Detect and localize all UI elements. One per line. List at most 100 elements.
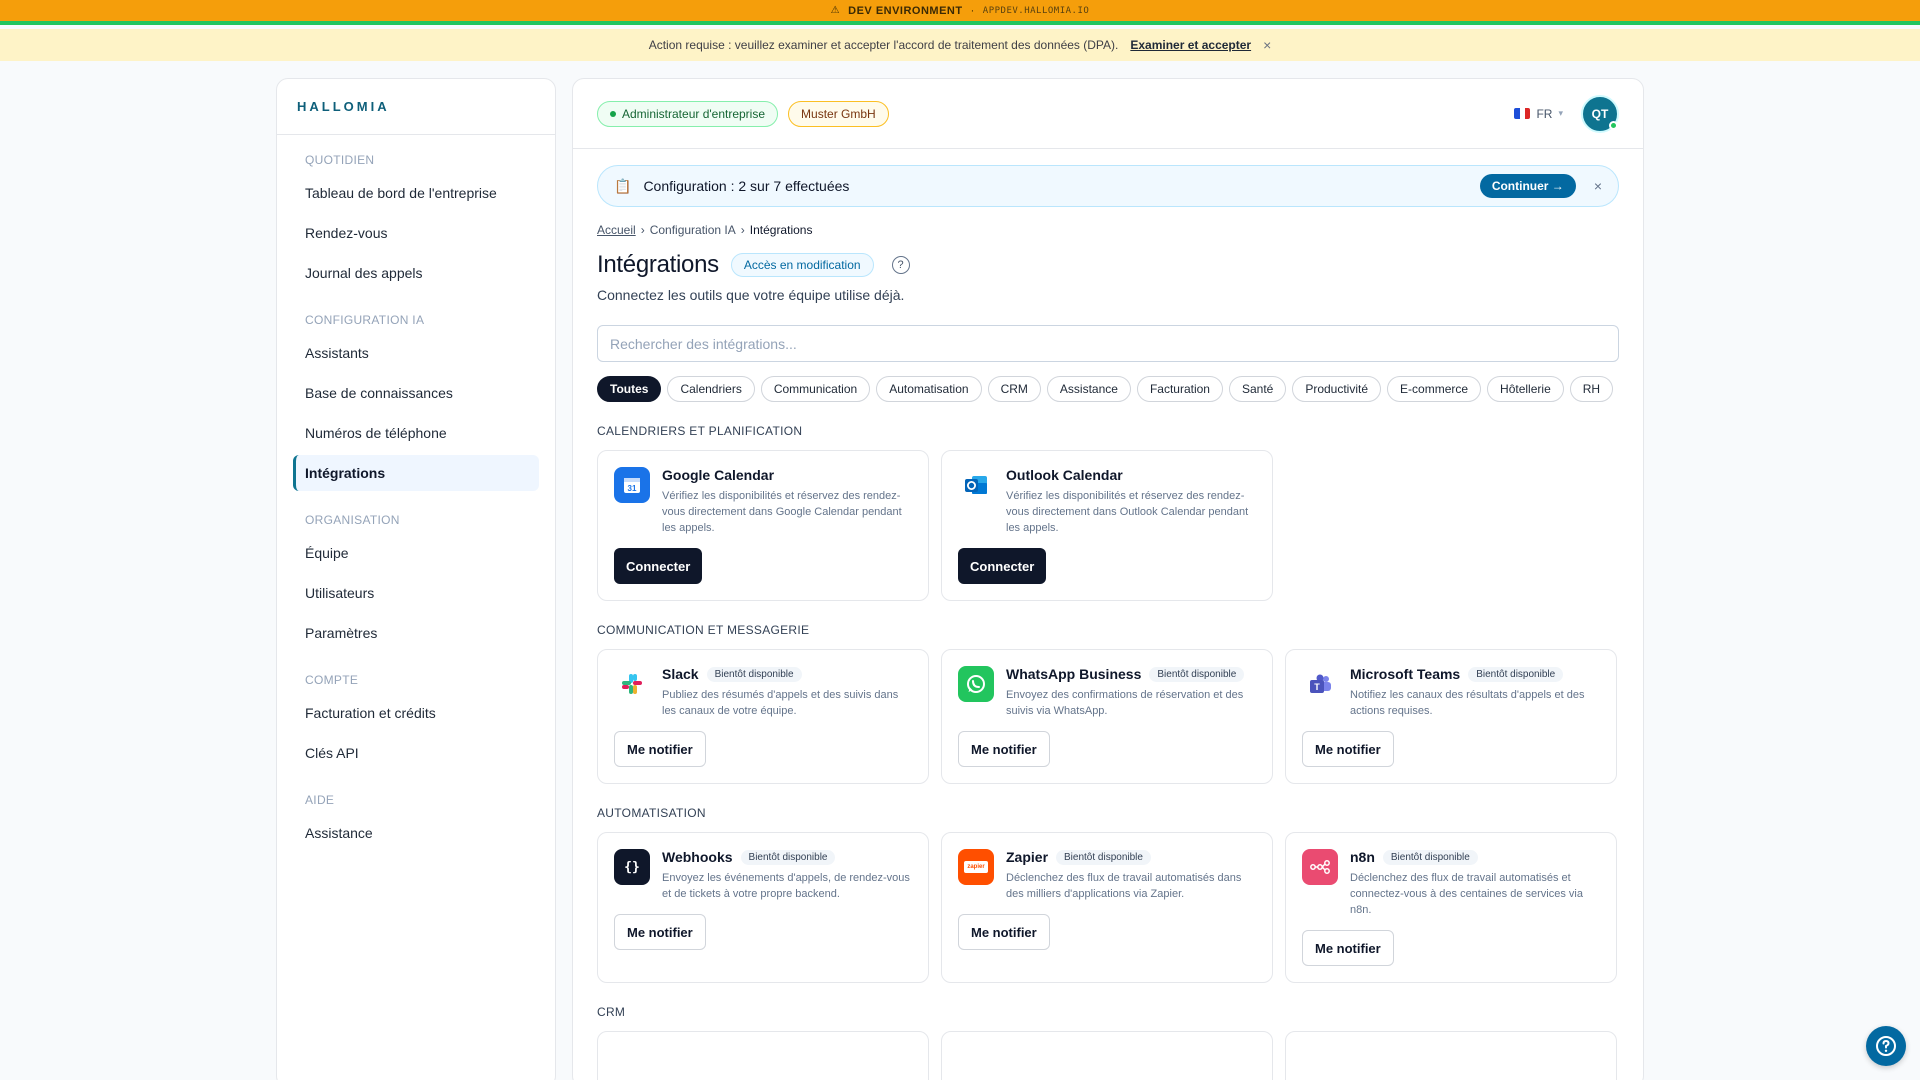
filter-chip-billing[interactable]: Facturation bbox=[1136, 376, 1223, 402]
card-header: T Microsoft Teams Bientôt disponible Not… bbox=[1302, 666, 1600, 719]
close-icon[interactable]: × bbox=[1263, 37, 1271, 53]
filter-chip-automation[interactable]: Automatisation bbox=[876, 376, 982, 402]
zapier-icon: zapier bbox=[958, 849, 994, 885]
card-description: Déclenchez des flux de travail automatis… bbox=[1350, 872, 1583, 916]
filter-chip-crm[interactable]: CRM bbox=[987, 376, 1041, 402]
nav-section-aide: AIDE Assistance bbox=[277, 775, 555, 851]
coming-soon-badge: Bientôt disponible bbox=[1382, 849, 1478, 865]
dpa-banner: Action requise : veuillez examiner et ac… bbox=[0, 29, 1920, 61]
nav-section-compte: COMPTE Facturation et crédits Clés API bbox=[277, 655, 555, 771]
filter-chip-calendars[interactable]: Calendriers bbox=[667, 376, 755, 402]
sidebar-item-knowledge-base[interactable]: Base de connaissances bbox=[293, 375, 539, 411]
page-title: Intégrations bbox=[597, 251, 719, 278]
card-description: Publiez des résumés d'appels et des suiv… bbox=[662, 689, 899, 717]
avatar[interactable]: QT bbox=[1581, 94, 1619, 133]
sidebar-item-call-log[interactable]: Journal des appels bbox=[293, 255, 539, 291]
webhooks-icon: {} bbox=[614, 849, 650, 885]
sidebar-item-dashboard[interactable]: Tableau de bord de l'entreprise bbox=[293, 175, 539, 211]
sidebar-item-assistants[interactable]: Assistants bbox=[293, 335, 539, 371]
filter-chip-all[interactable]: Toutes bbox=[597, 376, 662, 402]
dev-env-separator: · bbox=[970, 4, 975, 17]
sidebar-item-integrations[interactable]: Intégrations bbox=[293, 455, 539, 491]
card-body: WhatsApp Business Bientôt disponible Env… bbox=[1006, 666, 1256, 719]
nav-heading: QUOTIDIEN bbox=[305, 153, 375, 167]
integration-card-whatsapp: WhatsApp Business Bientôt disponible Env… bbox=[941, 649, 1273, 784]
breadcrumb-home[interactable]: Accueil bbox=[597, 223, 636, 237]
dev-environment-bar: ⚠ DEV ENVIRONMENT · APPDEV.HALLOMIA.IO bbox=[0, 0, 1920, 25]
card-title: Microsoft Teams bbox=[1350, 666, 1461, 682]
filter-chip-hospitality[interactable]: Hôtellerie bbox=[1487, 376, 1564, 402]
notify-webhooks-button[interactable]: Me notifier bbox=[614, 914, 706, 950]
breadcrumb-separator: › bbox=[740, 223, 745, 237]
notify-teams-button[interactable]: Me notifier bbox=[1302, 731, 1394, 767]
role-label: Administrateur d'entreprise bbox=[622, 106, 766, 121]
coming-soon-badge: Bientôt disponible bbox=[706, 666, 802, 682]
language-selector[interactable]: FR ▾ bbox=[1514, 107, 1563, 121]
card-description: Vérifiez les disponibilités et réservez … bbox=[662, 490, 902, 534]
sidebar-item-team[interactable]: Équipe bbox=[293, 535, 539, 571]
card-body: Outlook Calendar Vérifiez les disponibil… bbox=[1006, 467, 1256, 536]
notify-n8n-button[interactable]: Me notifier bbox=[1302, 930, 1394, 966]
slack-icon bbox=[614, 666, 650, 702]
card-description: Notifiez les canaux des résultats d'appe… bbox=[1350, 689, 1585, 717]
sidebar-item-api-keys[interactable]: Clés API bbox=[293, 735, 539, 771]
zapier-wordmark: zapier bbox=[964, 861, 988, 873]
sidebar-item-billing[interactable]: Facturation et crédits bbox=[293, 695, 539, 731]
sidebar-item-users[interactable]: Utilisateurs bbox=[293, 575, 539, 611]
card-title: Google Calendar bbox=[662, 467, 775, 483]
integration-grid-automation: {} Webhooks Bientôt disponible Envoyez l… bbox=[597, 832, 1619, 983]
notify-zapier-button[interactable]: Me notifier bbox=[958, 914, 1050, 950]
status-dot-icon bbox=[610, 110, 616, 117]
brand-logo[interactable]: HALLOMIA bbox=[277, 79, 555, 135]
continue-button[interactable]: Continuer → bbox=[1479, 174, 1576, 198]
breadcrumb-config-ia[interactable]: Configuration IA bbox=[650, 223, 736, 237]
dev-env-host: APPDEV.HALLOMIA.IO bbox=[982, 5, 1090, 16]
card-header: {} Webhooks Bientôt disponible Envoyez l… bbox=[614, 849, 912, 902]
filter-chip-health[interactable]: Santé bbox=[1228, 376, 1287, 402]
section-heading-communication: COMMUNICATION ET MESSAGERIE bbox=[597, 623, 810, 637]
setup-progress-text: Configuration : 2 sur 7 effectuées bbox=[643, 178, 850, 194]
filter-chip-communication[interactable]: Communication bbox=[760, 376, 871, 402]
sidebar-item-phone-numbers[interactable]: Numéros de téléphone bbox=[293, 415, 539, 451]
close-icon[interactable]: × bbox=[1594, 178, 1602, 194]
card-title-row: n8n Bientôt disponible bbox=[1350, 849, 1600, 865]
card-body: n8n Bientôt disponible Déclenchez des fl… bbox=[1350, 849, 1600, 918]
integration-card-slack: Slack Bientôt disponible Publiez des rés… bbox=[597, 649, 929, 784]
sidebar: HALLOMIA QUOTIDIEN Tableau de bord de l'… bbox=[276, 78, 556, 1080]
card-title: Outlook Calendar bbox=[1006, 467, 1123, 483]
page-subtitle: Connectez les outils que votre équipe ut… bbox=[597, 287, 905, 303]
teams-icon: T bbox=[1302, 666, 1338, 702]
filter-chip-productivity[interactable]: Productivité bbox=[1292, 376, 1382, 402]
card-title-row: Google Calendar bbox=[662, 467, 912, 483]
notify-whatsapp-button[interactable]: Me notifier bbox=[958, 731, 1050, 767]
sidebar-item-support[interactable]: Assistance bbox=[293, 815, 539, 851]
help-icon[interactable]: ? bbox=[891, 256, 910, 274]
breadcrumb-separator: › bbox=[640, 223, 645, 237]
filter-chip-ecommerce[interactable]: E-commerce bbox=[1387, 376, 1482, 402]
connect-google-calendar-button[interactable]: Connecter bbox=[614, 548, 703, 584]
breadcrumb-current: Intégrations bbox=[749, 223, 813, 237]
connect-outlook-calendar-button[interactable]: Connecter bbox=[958, 548, 1047, 584]
clipboard-icon: 📋 bbox=[614, 177, 632, 194]
card-title: n8n bbox=[1350, 849, 1375, 865]
dpa-review-link[interactable]: Examiner et accepter bbox=[1130, 38, 1251, 52]
setup-progress-banner: 📋 Configuration : 2 sur 7 effectuées Con… bbox=[597, 165, 1619, 207]
search-input[interactable] bbox=[597, 325, 1619, 362]
notify-slack-button[interactable]: Me notifier bbox=[614, 731, 706, 767]
section-heading-crm: CRM bbox=[597, 1005, 626, 1019]
filter-chip-support[interactable]: Assistance bbox=[1046, 376, 1131, 402]
coming-soon-badge: Bientôt disponible bbox=[1056, 849, 1151, 865]
main-panel: Administrateur d'entreprise Muster GmbH … bbox=[572, 78, 1644, 1080]
filter-chip-hr[interactable]: RH bbox=[1569, 376, 1614, 402]
france-flag-icon bbox=[1514, 108, 1531, 119]
sidebar-item-settings[interactable]: Paramètres bbox=[293, 615, 539, 651]
coming-soon-badge: Bientôt disponible bbox=[1149, 666, 1245, 682]
integration-card bbox=[941, 1031, 1273, 1080]
card-description: Déclenchez des flux de travail automatis… bbox=[1006, 872, 1242, 900]
card-body: Zapier Bientôt disponible Déclenchez des… bbox=[1006, 849, 1256, 902]
help-button[interactable] bbox=[1866, 1026, 1906, 1066]
card-header: zapier Zapier Bientôt disponible Déclenc… bbox=[958, 849, 1256, 902]
company-badge[interactable]: Muster GmbH bbox=[788, 100, 889, 127]
sidebar-item-appointments[interactable]: Rendez-vous bbox=[293, 215, 539, 251]
nav-heading: CONFIGURATION IA bbox=[305, 313, 425, 327]
